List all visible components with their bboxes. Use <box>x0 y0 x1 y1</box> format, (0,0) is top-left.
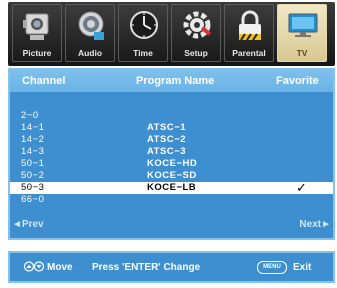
program-name: ATSC−2 <box>147 134 186 145</box>
channel-number: 50−1 <box>21 158 45 169</box>
key-hint-bar: Move Press 'ENTER' Change MENU Exit <box>8 251 335 283</box>
column-header-channel: Channel <box>22 75 66 87</box>
tab-audio[interactable]: Audio <box>65 4 115 62</box>
tab-setup[interactable]: Setup <box>171 4 221 62</box>
program-name: KOCE−LB <box>147 182 197 193</box>
tab-time[interactable]: Time <box>118 4 168 62</box>
up-down-arrows-icon <box>24 261 44 272</box>
tab-label: Time <box>133 48 153 58</box>
program-name: KOCE−SD <box>147 170 197 181</box>
move-hint-text: Move <box>47 262 73 273</box>
tab-label: Audio <box>77 48 103 58</box>
next-page-button[interactable]: Next► <box>299 219 331 231</box>
enter-change-hint-text: Press 'ENTER' Change <box>92 262 201 273</box>
tab-parental[interactable]: Parental <box>224 4 274 62</box>
program-name: ATSC−1 <box>147 122 186 133</box>
clock-icon <box>130 11 158 39</box>
exit-hint-text: Exit <box>293 262 312 273</box>
channel-row[interactable]: 14−1 ATSC−1 <box>10 122 333 134</box>
camera-icon <box>23 13 49 40</box>
menu-key-icon: MENU <box>257 261 287 274</box>
tab-picture[interactable]: Picture <box>12 4 62 62</box>
speaker-icon <box>78 11 104 40</box>
favorite-checkmark-icon[interactable]: ✓ <box>296 181 307 194</box>
channel-number: 66−0 <box>21 194 45 205</box>
program-name: ATSC−3 <box>147 146 186 157</box>
channel-number: 14−3 <box>21 146 45 157</box>
channel-row[interactable]: 2−0 <box>10 110 333 122</box>
channel-row[interactable]: 50−1 KOCE−HD <box>10 158 333 170</box>
tab-tv[interactable]: TV <box>277 4 327 62</box>
channel-number: 50−3 <box>21 182 45 193</box>
channel-row[interactable]: 66−0 <box>10 194 333 206</box>
channel-rows: 2−0 14−1 ATSC−1 14−2 ATSC−2 14−3 ATSC−3 … <box>10 110 333 206</box>
tab-label: Parental <box>232 48 266 58</box>
prev-page-button[interactable]: ◄Prev <box>12 219 44 231</box>
channel-number: 14−2 <box>21 134 45 145</box>
tv-osd-menu: Picture Audio Time Setup Parental TV Cha… <box>0 0 337 288</box>
page-navigation: ◄Prev Next► <box>10 219 333 231</box>
column-header-favorite: Favorite <box>276 75 319 87</box>
program-name: KOCE−HD <box>147 158 198 169</box>
list-header: Channel Program Name Favorite <box>10 70 333 92</box>
tab-label: Setup <box>184 48 208 58</box>
menu-tab-bar: Picture Audio Time Setup Parental TV <box>8 2 335 66</box>
tab-label: Picture <box>22 48 52 58</box>
tv-icon <box>288 13 318 37</box>
gear-icon <box>183 11 212 39</box>
channel-row[interactable]: 50−2 KOCE−SD <box>10 170 333 182</box>
channel-list-panel: Channel Program Name Favorite 2−0 14−1 A… <box>8 68 335 240</box>
channel-number: 14−1 <box>21 122 45 133</box>
channel-number: 50−2 <box>21 170 45 181</box>
column-header-program-name: Program Name <box>136 75 215 87</box>
tab-label: TV <box>296 48 308 58</box>
channel-row[interactable]: 14−2 ATSC−2 <box>10 134 333 146</box>
lock-icon <box>239 10 261 41</box>
channel-row[interactable]: 14−3 ATSC−3 <box>10 146 333 158</box>
channel-number: 2−0 <box>21 110 39 121</box>
channel-row-selected[interactable]: 50−3 KOCE−LB ✓ <box>10 181 333 194</box>
